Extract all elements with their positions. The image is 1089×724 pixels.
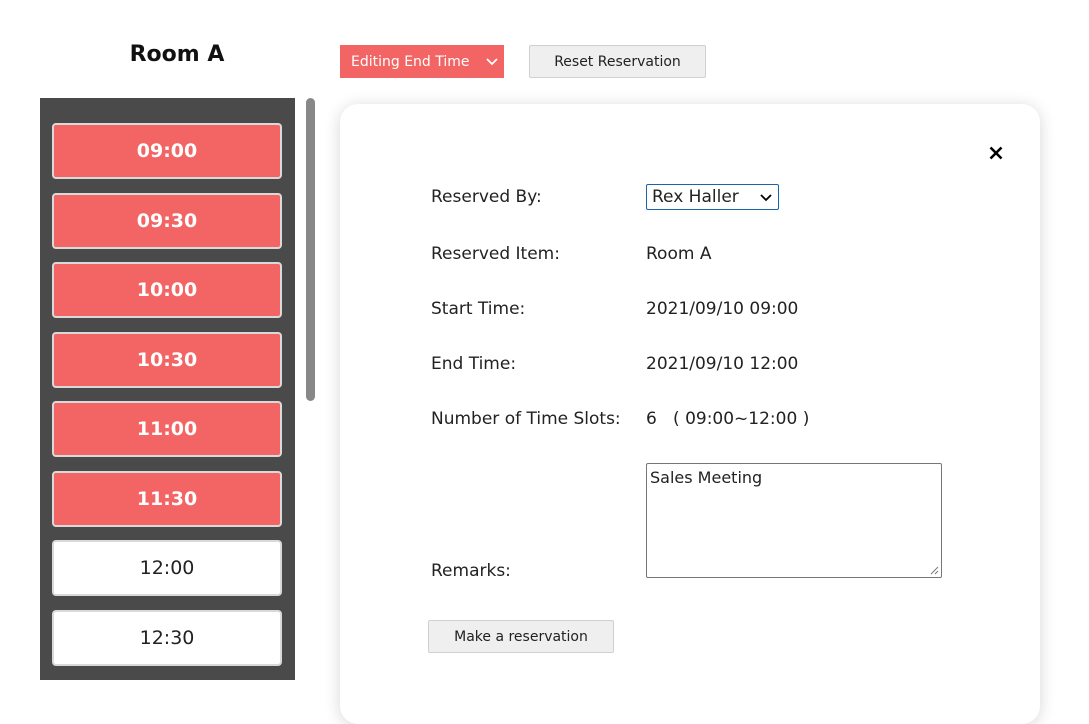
chevron-down-icon bbox=[480, 45, 504, 78]
remarks-label: Remarks: bbox=[431, 561, 511, 581]
room-title: Room A bbox=[129, 42, 225, 67]
end-time-label: End Time: bbox=[431, 354, 517, 374]
time-slot[interactable]: 09:00 bbox=[52, 123, 282, 179]
slot-list-scrollbar[interactable] bbox=[306, 98, 315, 401]
time-slot-label: 11:30 bbox=[136, 487, 198, 510]
time-slot-label: 09:30 bbox=[136, 209, 198, 232]
edit-mode-dropdown[interactable]: Editing End Time bbox=[340, 45, 504, 78]
time-slot[interactable]: 10:00 bbox=[52, 262, 282, 318]
time-slot[interactable]: 11:00 bbox=[52, 401, 282, 457]
time-slot-label: 12:30 bbox=[139, 626, 195, 649]
time-slot[interactable]: 11:30 bbox=[52, 470, 282, 527]
chevron-down-icon bbox=[760, 187, 772, 207]
time-slot-label: 10:30 bbox=[136, 348, 198, 371]
reserved-item-value: Room A bbox=[646, 244, 712, 264]
time-slot[interactable]: 10:30 bbox=[52, 331, 282, 388]
time-slots-count-label: Number of Time Slots: bbox=[431, 409, 621, 429]
time-slot-label: 12:00 bbox=[139, 557, 195, 579]
reserved-by-select[interactable]: Rex Haller bbox=[646, 184, 779, 210]
make-reservation-button[interactable]: Make a reservation bbox=[428, 620, 614, 653]
time-slots-count-value: 6 ( 09:00~12:00 ) bbox=[646, 409, 810, 429]
end-time-value: 2021/09/10 12:00 bbox=[646, 354, 799, 374]
time-slot-label: 11:00 bbox=[136, 418, 198, 440]
reset-reservation-button[interactable]: Reset Reservation bbox=[529, 45, 706, 78]
start-time-label: Start Time: bbox=[431, 299, 526, 319]
start-time-value: 2021/09/10 09:00 bbox=[646, 299, 799, 319]
reserved-item-label: Reserved Item: bbox=[431, 244, 560, 264]
reserved-by-label: Reserved By: bbox=[431, 187, 542, 207]
reservation-detail-card: Reserved By: Rex Haller Reserved Item: R… bbox=[340, 104, 1040, 724]
time-slot-label: 10:00 bbox=[136, 279, 198, 301]
remarks-text: Sales Meeting bbox=[650, 468, 763, 487]
time-slot-list: 09:00 09:30 10:00 10:30 11:00 11:30 12:0… bbox=[40, 98, 295, 680]
time-slot[interactable]: 09:30 bbox=[52, 192, 282, 249]
time-slot-label: 09:00 bbox=[136, 140, 198, 162]
close-icon[interactable] bbox=[982, 139, 1010, 167]
time-slot[interactable]: 12:00 bbox=[52, 540, 282, 596]
remarks-textarea[interactable]: Sales Meeting bbox=[646, 463, 942, 578]
edit-mode-selected: Editing End Time bbox=[351, 53, 470, 70]
time-slot[interactable]: 12:30 bbox=[52, 609, 282, 666]
reserved-by-value: Rex Haller bbox=[652, 187, 739, 207]
resize-grip-icon[interactable] bbox=[929, 565, 939, 575]
